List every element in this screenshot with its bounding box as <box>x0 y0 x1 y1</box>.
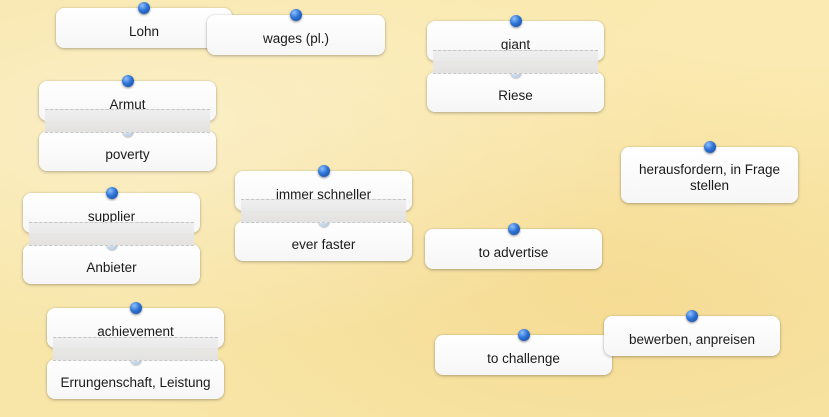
card-label: Lohn <box>128 24 160 39</box>
card-label: Errungenschaft, Leistung <box>60 375 211 390</box>
card-label: Riese <box>498 88 533 103</box>
tape-strip <box>45 109 210 133</box>
card-label: bewerben, anpreisen <box>628 332 756 347</box>
pin-icon <box>129 302 142 314</box>
card-poverty[interactable]: poverty <box>39 125 216 171</box>
pin-icon <box>290 9 302 21</box>
pin-icon <box>507 223 520 235</box>
card-label: to advertise <box>478 245 549 260</box>
pin-icon <box>686 310 698 322</box>
card-label: Anbieter <box>86 260 137 275</box>
card-anbieter[interactable]: Anbieter <box>23 238 200 284</box>
card-label: to challenge <box>487 351 560 366</box>
card-ever-faster[interactable]: ever faster <box>235 215 412 261</box>
pinboard: Lohn wages (pl.) giant Riese Armut pover… <box>0 0 829 417</box>
pin-icon <box>138 2 150 14</box>
card-herausfordern[interactable]: herausfordern, in Frage stellen <box>621 141 798 203</box>
card-label: wages (pl.) <box>262 31 330 46</box>
card-wages[interactable]: wages (pl.) <box>207 9 385 55</box>
tape-strip <box>29 222 194 246</box>
tape-strip <box>53 337 218 361</box>
pin-icon <box>509 15 522 27</box>
card-label: herausfordern, in Frage stellen <box>638 162 781 193</box>
pin-icon <box>105 187 118 199</box>
pin-icon <box>121 75 134 87</box>
card-errungenschaft[interactable]: Errungenschaft, Leistung <box>47 353 224 399</box>
tape-strip <box>433 50 598 74</box>
card-lohn[interactable]: Lohn <box>56 2 232 48</box>
card-to-advertise[interactable]: to advertise <box>425 223 602 269</box>
card-riese[interactable]: Riese <box>427 66 604 112</box>
pin-icon <box>517 329 530 341</box>
card-label: poverty <box>105 147 150 162</box>
pin-icon <box>703 141 716 153</box>
tape-strip <box>241 199 406 223</box>
card-label: ever faster <box>291 237 356 252</box>
card-to-challenge[interactable]: to challenge <box>435 329 612 375</box>
pin-icon <box>317 165 330 177</box>
card-bewerben[interactable]: bewerben, anpreisen <box>604 310 780 356</box>
